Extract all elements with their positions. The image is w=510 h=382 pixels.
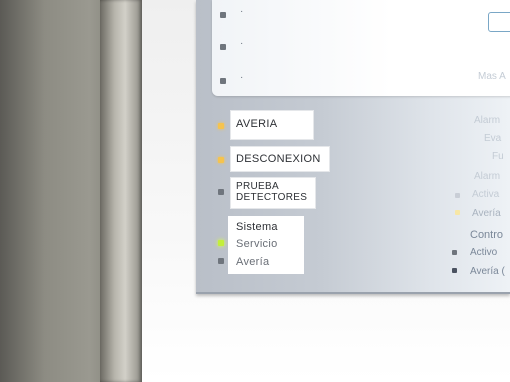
averia-label: AVERIA bbox=[236, 118, 278, 130]
right-averia-label: Avería ( bbox=[470, 266, 505, 277]
top-item-3: · bbox=[240, 72, 244, 83]
right-text-2: Eva bbox=[484, 133, 502, 144]
right-text-mas: Mas A bbox=[478, 71, 506, 82]
activo-led bbox=[452, 250, 457, 255]
indicator-led bbox=[220, 12, 226, 18]
indicator-led bbox=[455, 210, 460, 215]
right-text-6: Avería bbox=[472, 208, 501, 219]
servicio-label: Servicio bbox=[236, 238, 278, 250]
sistema-title: Sistema bbox=[236, 221, 278, 233]
right-activo-label: Activo bbox=[470, 247, 498, 258]
top-right-frame-icon bbox=[488, 12, 510, 32]
desconexion-label: DESCONEXION bbox=[236, 153, 321, 165]
prueba-label: PRUEBA bbox=[236, 181, 279, 192]
panel-bezel bbox=[100, 0, 142, 382]
sistema-averia-label: Avería bbox=[236, 256, 270, 268]
indicator-led bbox=[455, 193, 460, 198]
top-item-1: · bbox=[240, 6, 244, 17]
top-item-2: · bbox=[240, 38, 244, 49]
detectores-label: DETECTORES bbox=[236, 192, 308, 203]
right-text-4: Alarm bbox=[474, 171, 501, 182]
right-text-3: Fu bbox=[492, 151, 504, 162]
averia-led bbox=[218, 123, 224, 129]
indicator-led bbox=[220, 44, 226, 50]
indicator-led bbox=[220, 78, 226, 84]
prueba-detectores-led bbox=[218, 189, 224, 195]
sistema-averia-led bbox=[218, 258, 224, 264]
control-averia-led bbox=[452, 268, 457, 273]
right-text-1: Alarm bbox=[474, 115, 501, 126]
right-control-label: Contro bbox=[470, 229, 504, 241]
desconexion-led bbox=[218, 157, 224, 163]
servicio-led bbox=[218, 240, 224, 246]
right-text-5: Activa bbox=[472, 189, 500, 200]
top-label-window bbox=[212, 0, 510, 96]
